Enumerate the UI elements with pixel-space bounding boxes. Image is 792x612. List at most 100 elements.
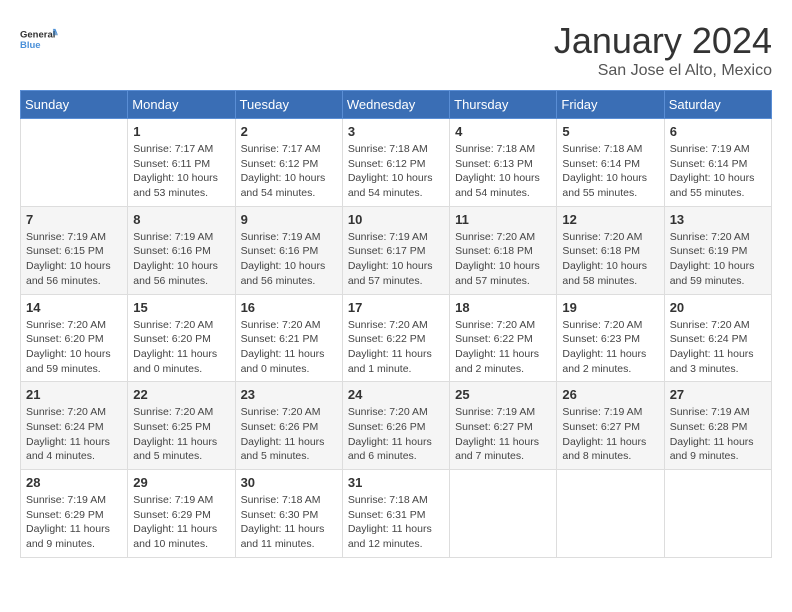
day-cell: 14 Sunrise: 7:20 AM Sunset: 6:20 PM Dayli… — [21, 294, 128, 382]
day-cell: 5 Sunrise: 7:18 AM Sunset: 6:14 PM Daylig… — [557, 119, 664, 207]
day-info: Sunrise: 7:18 AM Sunset: 6:30 PM Dayligh… — [241, 493, 337, 552]
svg-text:General: General — [20, 30, 55, 41]
day-info: Sunrise: 7:17 AM Sunset: 6:12 PM Dayligh… — [241, 142, 337, 201]
day-number: 27 — [670, 387, 766, 402]
day-number: 14 — [26, 300, 122, 315]
svg-text:Blue: Blue — [20, 40, 41, 51]
day-cell: 9Sunrise: 7:19 AM Sunset: 6:16 PM Daylig… — [235, 206, 342, 294]
day-number: 5 — [562, 124, 658, 139]
day-cell — [450, 470, 557, 558]
day-number: 23 — [241, 387, 337, 402]
day-info: Sunrise: 7:20 AM Sunset: 6:19 PM Dayligh… — [670, 230, 766, 289]
day-number: 1 — [133, 124, 229, 139]
day-cell: 12 Sunrise: 7:20 AM Sunset: 6:18 PM Dayli… — [557, 206, 664, 294]
day-info: Sunrise: 7:17 AM Sunset: 6:11 PM Dayligh… — [133, 142, 229, 201]
day-info: Sunrise: 7:19 AM Sunset: 6:29 PM Dayligh… — [133, 493, 229, 552]
day-number: 12 — [562, 212, 658, 227]
day-cell: 3Sunrise: 7:18 AM Sunset: 6:12 PM Daylig… — [342, 119, 449, 207]
day-info: Sunrise: 7:19 AM Sunset: 6:29 PM Dayligh… — [26, 493, 122, 552]
day-cell: 26 Sunrise: 7:19 AM Sunset: 6:27 PM Dayli… — [557, 382, 664, 470]
day-number: 29 — [133, 475, 229, 490]
day-cell: 30 Sunrise: 7:18 AM Sunset: 6:30 PM Dayli… — [235, 470, 342, 558]
day-number: 16 — [241, 300, 337, 315]
day-number: 2 — [241, 124, 337, 139]
header-cell-saturday: Saturday — [664, 91, 771, 119]
day-info: Sunrise: 7:20 AM Sunset: 6:26 PM Dayligh… — [348, 405, 444, 464]
day-cell: 28 Sunrise: 7:19 AM Sunset: 6:29 PM Dayli… — [21, 470, 128, 558]
day-cell: 2 Sunrise: 7:17 AM Sunset: 6:12 PM Daylig… — [235, 119, 342, 207]
day-cell: 16 Sunrise: 7:20 AM Sunset: 6:21 PM Dayli… — [235, 294, 342, 382]
day-number: 18 — [455, 300, 551, 315]
day-cell: 7Sunrise: 7:19 AM Sunset: 6:15 PM Daylig… — [21, 206, 128, 294]
day-cell: 11 Sunrise: 7:20 AM Sunset: 6:18 PM Dayli… — [450, 206, 557, 294]
day-cell: 19Sunrise: 7:20 AM Sunset: 6:23 PM Dayli… — [557, 294, 664, 382]
day-cell: 15Sunrise: 7:20 AM Sunset: 6:20 PM Dayli… — [128, 294, 235, 382]
day-number: 24 — [348, 387, 444, 402]
day-info: Sunrise: 7:20 AM Sunset: 6:25 PM Dayligh… — [133, 405, 229, 464]
calendar-header-row: SundayMondayTuesdayWednesdayThursdayFrid… — [21, 91, 772, 119]
day-number: 20 — [670, 300, 766, 315]
day-info: Sunrise: 7:19 AM Sunset: 6:27 PM Dayligh… — [562, 405, 658, 464]
day-cell: 29 Sunrise: 7:19 AM Sunset: 6:29 PM Dayli… — [128, 470, 235, 558]
day-number: 21 — [26, 387, 122, 402]
day-number: 11 — [455, 212, 551, 227]
day-number: 22 — [133, 387, 229, 402]
day-info: Sunrise: 7:18 AM Sunset: 6:13 PM Dayligh… — [455, 142, 551, 201]
day-info: Sunrise: 7:20 AM Sunset: 6:18 PM Dayligh… — [455, 230, 551, 289]
title-block: January 2024 San Jose el Alto, Mexico — [554, 20, 772, 80]
logo-svg: General Blue — [20, 20, 58, 58]
day-info: Sunrise: 7:20 AM Sunset: 6:22 PM Dayligh… — [348, 318, 444, 377]
day-number: 30 — [241, 475, 337, 490]
week-row-3: 14 Sunrise: 7:20 AM Sunset: 6:20 PM Dayli… — [21, 294, 772, 382]
day-cell: 10 Sunrise: 7:19 AM Sunset: 6:17 PM Dayli… — [342, 206, 449, 294]
day-number: 28 — [26, 475, 122, 490]
day-cell — [557, 470, 664, 558]
day-cell: 8 Sunrise: 7:19 AM Sunset: 6:16 PM Daylig… — [128, 206, 235, 294]
header-cell-tuesday: Tuesday — [235, 91, 342, 119]
day-info: Sunrise: 7:18 AM Sunset: 6:14 PM Dayligh… — [562, 142, 658, 201]
page-header: General Blue January 2024 San Jose el Al… — [20, 20, 772, 80]
day-number: 8 — [133, 212, 229, 227]
day-cell: 1 Sunrise: 7:17 AM Sunset: 6:11 PM Daylig… — [128, 119, 235, 207]
day-number: 25 — [455, 387, 551, 402]
day-number: 4 — [455, 124, 551, 139]
day-info: Sunrise: 7:18 AM Sunset: 6:31 PM Dayligh… — [348, 493, 444, 552]
day-cell: 4 Sunrise: 7:18 AM Sunset: 6:13 PM Daylig… — [450, 119, 557, 207]
day-info: Sunrise: 7:19 AM Sunset: 6:27 PM Dayligh… — [455, 405, 551, 464]
day-number: 10 — [348, 212, 444, 227]
month-title: January 2024 — [554, 20, 772, 62]
day-info: Sunrise: 7:20 AM Sunset: 6:26 PM Dayligh… — [241, 405, 337, 464]
day-cell: 17 Sunrise: 7:20 AM Sunset: 6:22 PM Dayli… — [342, 294, 449, 382]
day-info: Sunrise: 7:20 AM Sunset: 6:21 PM Dayligh… — [241, 318, 337, 377]
header-cell-sunday: Sunday — [21, 91, 128, 119]
day-number: 13 — [670, 212, 766, 227]
day-number: 17 — [348, 300, 444, 315]
day-number: 19 — [562, 300, 658, 315]
day-cell — [664, 470, 771, 558]
day-cell: 31Sunrise: 7:18 AM Sunset: 6:31 PM Dayli… — [342, 470, 449, 558]
day-info: Sunrise: 7:19 AM Sunset: 6:16 PM Dayligh… — [133, 230, 229, 289]
header-cell-monday: Monday — [128, 91, 235, 119]
header-cell-thursday: Thursday — [450, 91, 557, 119]
day-number: 3 — [348, 124, 444, 139]
day-cell: 22 Sunrise: 7:20 AM Sunset: 6:25 PM Dayli… — [128, 382, 235, 470]
day-cell: 27Sunrise: 7:19 AM Sunset: 6:28 PM Dayli… — [664, 382, 771, 470]
day-info: Sunrise: 7:20 AM Sunset: 6:20 PM Dayligh… — [133, 318, 229, 377]
day-info: Sunrise: 7:20 AM Sunset: 6:22 PM Dayligh… — [455, 318, 551, 377]
logo: General Blue — [20, 20, 58, 58]
day-cell: 13 Sunrise: 7:20 AM Sunset: 6:19 PM Dayli… — [664, 206, 771, 294]
day-cell: 23 Sunrise: 7:20 AM Sunset: 6:26 PM Dayli… — [235, 382, 342, 470]
week-row-5: 28 Sunrise: 7:19 AM Sunset: 6:29 PM Dayli… — [21, 470, 772, 558]
day-number: 26 — [562, 387, 658, 402]
day-cell: 18 Sunrise: 7:20 AM Sunset: 6:22 PM Dayli… — [450, 294, 557, 382]
day-cell: 20 Sunrise: 7:20 AM Sunset: 6:24 PM Dayli… — [664, 294, 771, 382]
day-info: Sunrise: 7:19 AM Sunset: 6:14 PM Dayligh… — [670, 142, 766, 201]
day-info: Sunrise: 7:20 AM Sunset: 6:20 PM Dayligh… — [26, 318, 122, 377]
day-info: Sunrise: 7:20 AM Sunset: 6:24 PM Dayligh… — [670, 318, 766, 377]
day-info: Sunrise: 7:20 AM Sunset: 6:18 PM Dayligh… — [562, 230, 658, 289]
day-info: Sunrise: 7:19 AM Sunset: 6:17 PM Dayligh… — [348, 230, 444, 289]
header-cell-wednesday: Wednesday — [342, 91, 449, 119]
week-row-4: 21Sunrise: 7:20 AM Sunset: 6:24 PM Dayli… — [21, 382, 772, 470]
calendar-table: SundayMondayTuesdayWednesdayThursdayFrid… — [20, 90, 772, 558]
day-cell: 24 Sunrise: 7:20 AM Sunset: 6:26 PM Dayli… — [342, 382, 449, 470]
